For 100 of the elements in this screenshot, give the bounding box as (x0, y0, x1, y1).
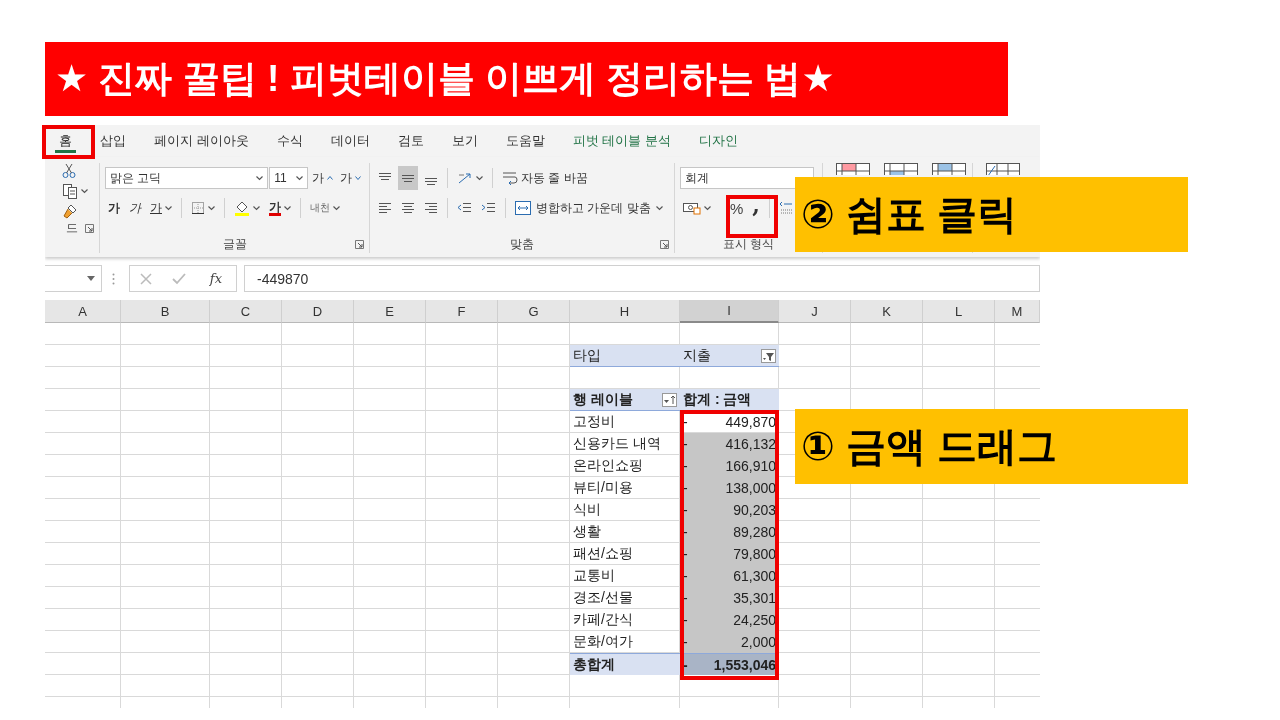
copy-icon[interactable] (62, 183, 78, 199)
column-header[interactable]: A (45, 300, 121, 323)
font-color-button[interactable]: 가 (266, 196, 294, 220)
wrap-icon[interactable] (502, 170, 518, 186)
column-header[interactable]: J (779, 300, 851, 323)
table-cell-text: 교통비 (572, 566, 616, 585)
column-header[interactable]: E (354, 300, 426, 323)
indent-icon[interactable] (481, 201, 496, 215)
indent-icon[interactable] (457, 201, 472, 215)
table-cell-text: 경조/선물 (572, 588, 634, 607)
table-style-icon[interactable] (986, 163, 1020, 175)
amount-text: 90,203 (733, 502, 776, 518)
dropdown-triangle-icon[interactable] (87, 276, 95, 281)
table-style-icon[interactable] (836, 163, 870, 175)
caret-icon[interactable] (284, 205, 291, 211)
merge-center-button[interactable]: 병합하고 가운데 맞춤 (512, 196, 666, 220)
group-label: 표시 형식 (722, 235, 775, 253)
ribbon-tab[interactable]: 디자인 (694, 129, 742, 153)
italic-button[interactable]: 가 (126, 196, 144, 220)
merge-icon[interactable] (515, 201, 531, 215)
group-label: 드 (66, 219, 78, 237)
ribbon-tab[interactable]: 보기 (447, 129, 482, 153)
column-header[interactable]: K (851, 300, 923, 323)
caret-icon[interactable] (165, 205, 172, 211)
bold-button[interactable]: 가 (105, 196, 123, 220)
table-cell: 총합계 (570, 653, 680, 675)
align-lines-icon[interactable] (378, 201, 392, 215)
amount-text: 166,910 (725, 458, 776, 474)
align-lines-icon[interactable] (424, 201, 438, 215)
minus-sign: - (683, 524, 688, 540)
table-cell-text: 생활 (572, 522, 602, 541)
ribbon-tab[interactable]: 데이터 (326, 129, 374, 153)
number-format-field[interactable]: 회계 (680, 167, 814, 189)
table-style-icon[interactable] (884, 163, 918, 175)
align-lines-icon[interactable] (401, 201, 415, 215)
column-header[interactable]: C (210, 300, 282, 323)
table-cell-text: 카페/간식 (572, 610, 634, 629)
caret-icon[interactable] (333, 205, 340, 211)
percent-button[interactable]: % (727, 196, 747, 220)
column-header[interactable]: G (498, 300, 570, 323)
caret-down-icon[interactable] (355, 176, 361, 180)
caret-icon[interactable] (655, 205, 663, 211)
caret-icon[interactable] (253, 205, 260, 211)
caret-up-icon[interactable] (327, 176, 333, 180)
dialog-launcher-icon[interactable] (660, 239, 669, 249)
sort-filter-button-icon[interactable] (662, 392, 677, 407)
font-size-field[interactable]: 11 (269, 167, 308, 189)
font-name-text: 맑은 고딕 (110, 169, 162, 187)
caret-icon[interactable] (704, 205, 711, 211)
caret-icon[interactable] (81, 188, 88, 194)
table-cell-text: 문화/여가 (572, 632, 634, 651)
ribbon-tab[interactable]: 도움말 (501, 129, 549, 153)
scissors-icon[interactable] (62, 163, 76, 179)
ribbon-tab[interactable]: 검토 (393, 129, 428, 153)
minus-sign: - (683, 458, 688, 474)
column-header[interactable]: I (680, 300, 779, 323)
comma-button[interactable]: , (749, 196, 763, 220)
borders-icon[interactable] (191, 201, 205, 215)
amount-text: 89,280 (733, 524, 776, 540)
dialog-launcher-icon[interactable] (85, 223, 94, 233)
dialog-launcher-icon[interactable] (355, 239, 364, 249)
underline-button[interactable]: 가 (147, 196, 175, 220)
table-cell-text: 식비 (572, 500, 602, 519)
check-icon[interactable] (171, 272, 186, 285)
table-cell-text: 고정비 (572, 412, 616, 431)
caret-icon[interactable] (256, 175, 264, 181)
ribbon-tab[interactable]: 페이지 레이아웃 (150, 129, 253, 153)
formula-input[interactable]: -449870 (244, 265, 1040, 292)
fill-color-icon[interactable] (234, 200, 250, 216)
ribbon-tab[interactable]: 수식 (272, 129, 307, 153)
column-header[interactable]: D (282, 300, 354, 323)
row-label-text: 행 레이블 (573, 390, 633, 409)
brush-icon[interactable] (62, 203, 78, 219)
minus-sign: - (683, 502, 688, 518)
table-cell: 타입 (570, 345, 680, 367)
column-header[interactable]: M (995, 300, 1040, 323)
amount-text: 1,553,046 (713, 656, 776, 673)
ribbon-tab[interactable]: 삽입 (96, 129, 130, 153)
phonetic-button[interactable]: 내천 (307, 196, 343, 220)
currency-icon[interactable] (683, 201, 701, 215)
table-style-icon[interactable] (932, 163, 966, 175)
callout-label: ② 쉼표 클릭 (795, 177, 1188, 252)
table-cell-text: 온라인쇼핑 (572, 456, 644, 475)
function-button[interactable]: fx (205, 271, 226, 286)
shrink-font-button[interactable]: 가 (337, 166, 364, 190)
column-header[interactable]: F (426, 300, 498, 323)
caret-icon[interactable] (208, 205, 215, 211)
wrap-text-button[interactable]: 자동 줄 바꿈 (499, 166, 591, 190)
ribbon-tab[interactable]: 피벗 테이블 분석 (568, 129, 675, 153)
orientation-icon[interactable] (457, 171, 473, 185)
minus-sign: - (683, 590, 688, 606)
column-header[interactable]: L (923, 300, 995, 323)
column-header[interactable]: H (570, 300, 680, 323)
font-name-field[interactable]: 맑은 고딕 (105, 167, 269, 189)
group-label: 맞춤 (510, 235, 534, 253)
column-header[interactable]: B (121, 300, 210, 323)
caret-icon[interactable] (296, 175, 303, 181)
caret-icon[interactable] (476, 175, 483, 181)
filter-button-icon[interactable] (761, 348, 776, 363)
grow-font-button[interactable]: 가 (309, 166, 336, 190)
